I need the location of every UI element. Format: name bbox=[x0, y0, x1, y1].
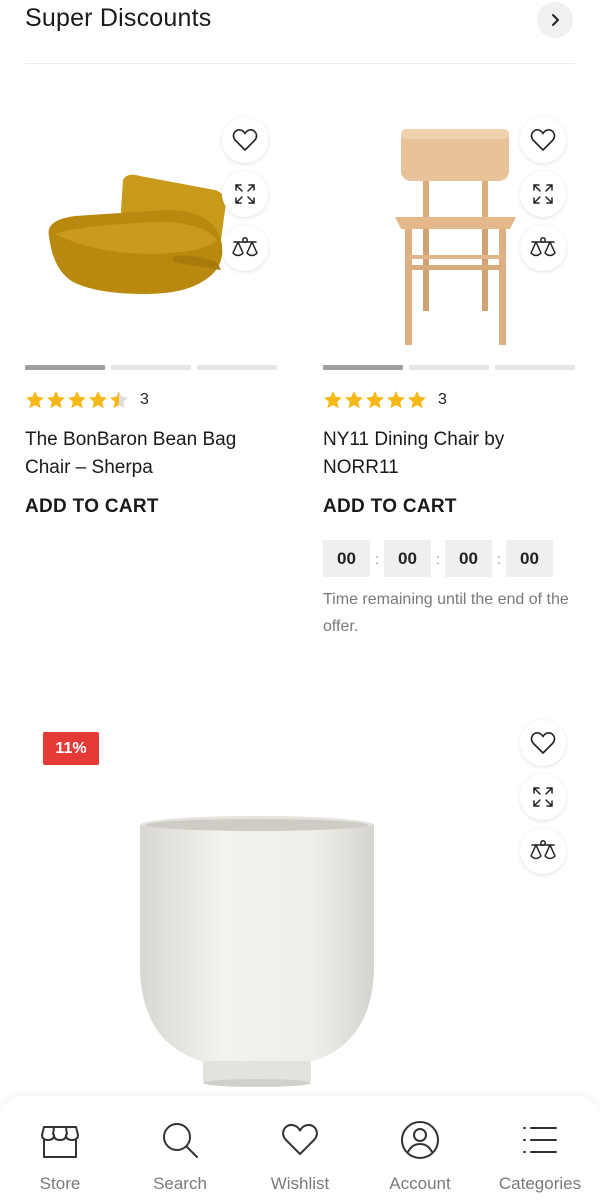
slider-dot[interactable] bbox=[197, 365, 277, 370]
scale-icon bbox=[232, 237, 258, 257]
store-icon bbox=[40, 1120, 80, 1160]
search-icon bbox=[160, 1120, 200, 1160]
product-image[interactable] bbox=[45, 170, 230, 300]
nav-wishlist[interactable]: Wishlist bbox=[240, 1096, 360, 1200]
compare-button[interactable] bbox=[520, 828, 566, 874]
heart-icon bbox=[530, 732, 556, 754]
countdown-seconds: 00 bbox=[506, 540, 553, 577]
wishlist-button[interactable] bbox=[222, 117, 268, 163]
star-half-icon bbox=[110, 391, 128, 409]
offer-countdown: 00 : 00 : 00 : 00 bbox=[323, 540, 553, 577]
add-to-cart-button[interactable]: ADD TO CART bbox=[25, 496, 159, 518]
star-icon bbox=[387, 391, 405, 409]
quick-view-button[interactable] bbox=[520, 774, 566, 820]
product-title[interactable]: The BonBaron Bean Bag Chair – Sherpa bbox=[25, 426, 277, 482]
heart-icon bbox=[280, 1120, 320, 1160]
rating-count: 3 bbox=[438, 391, 447, 408]
quick-view-button[interactable] bbox=[222, 171, 268, 217]
star-icon bbox=[345, 391, 363, 409]
star-icon bbox=[366, 391, 384, 409]
bottom-navigation: Store Search Wishlist Account Categories bbox=[0, 1096, 600, 1200]
see-all-button[interactable] bbox=[537, 2, 573, 38]
slider-dot[interactable] bbox=[323, 365, 403, 370]
product-image[interactable] bbox=[137, 815, 377, 1100]
nav-search[interactable]: Search bbox=[120, 1096, 240, 1200]
section-header: Super Discounts bbox=[25, 0, 575, 64]
compare-button[interactable] bbox=[222, 225, 268, 271]
countdown-separator: : bbox=[497, 550, 501, 567]
add-to-cart-button[interactable]: ADD TO CART bbox=[323, 496, 457, 518]
countdown-minutes: 00 bbox=[445, 540, 492, 577]
star-icon bbox=[89, 391, 107, 409]
scale-icon bbox=[530, 840, 556, 860]
product-image[interactable] bbox=[393, 125, 518, 347]
expand-icon bbox=[533, 184, 553, 204]
slider-dot[interactable] bbox=[111, 365, 191, 370]
wishlist-button[interactable] bbox=[520, 720, 566, 766]
heart-icon bbox=[232, 129, 258, 151]
nav-label: Store bbox=[39, 1174, 81, 1193]
scale-icon bbox=[530, 237, 556, 257]
star-icon bbox=[68, 391, 86, 409]
nav-account[interactable]: Account bbox=[360, 1096, 480, 1200]
countdown-hours: 00 bbox=[384, 540, 431, 577]
product-rating: 3 bbox=[25, 390, 149, 410]
chevron-right-icon bbox=[552, 14, 559, 26]
nav-label: Account bbox=[389, 1174, 451, 1193]
sale-badge: 11% bbox=[43, 732, 99, 765]
nav-label: Search bbox=[153, 1174, 207, 1193]
image-slider-indicator bbox=[25, 365, 277, 370]
expand-icon bbox=[533, 787, 553, 807]
section-title: Super Discounts bbox=[25, 4, 212, 32]
nav-label: Wishlist bbox=[270, 1174, 330, 1193]
star-icon bbox=[324, 391, 342, 409]
compare-button[interactable] bbox=[520, 225, 566, 271]
slider-dot[interactable] bbox=[25, 365, 105, 370]
countdown-days: 00 bbox=[323, 540, 370, 577]
account-icon bbox=[400, 1120, 440, 1160]
expand-icon bbox=[235, 184, 255, 204]
nav-categories[interactable]: Categories bbox=[480, 1096, 600, 1200]
star-icon bbox=[47, 391, 65, 409]
image-slider-indicator bbox=[323, 365, 575, 370]
slider-dot[interactable] bbox=[409, 365, 489, 370]
quick-view-button[interactable] bbox=[520, 171, 566, 217]
menu-icon bbox=[520, 1120, 560, 1160]
countdown-separator: : bbox=[436, 550, 440, 567]
rating-count: 3 bbox=[140, 391, 149, 408]
star-icon bbox=[408, 391, 426, 409]
product-title[interactable]: NY11 Dining Chair by NORR11 bbox=[323, 426, 575, 482]
product-rating: 3 bbox=[323, 390, 447, 410]
nav-label: Categories bbox=[498, 1174, 582, 1193]
countdown-separator: : bbox=[375, 550, 379, 567]
wishlist-button[interactable] bbox=[520, 117, 566, 163]
countdown-note: Time remaining until the end of the offe… bbox=[323, 591, 569, 635]
star-icon bbox=[26, 391, 44, 409]
slider-dot[interactable] bbox=[495, 365, 575, 370]
heart-icon bbox=[530, 129, 556, 151]
nav-store[interactable]: Store bbox=[0, 1096, 120, 1200]
